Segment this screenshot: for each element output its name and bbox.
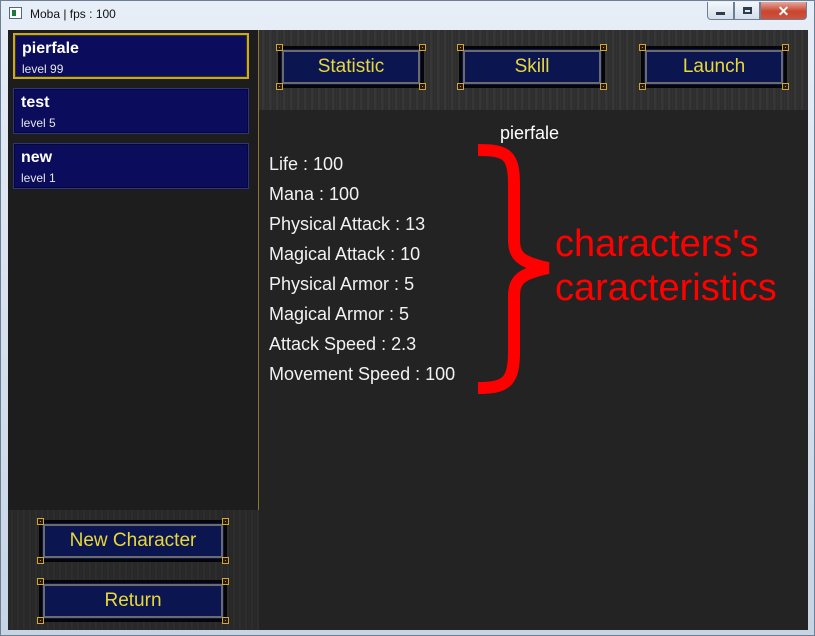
stat-value: 5: [404, 274, 415, 294]
character-name: test: [21, 94, 50, 111]
corner-ornament: [457, 83, 464, 90]
character-list: pierfale level 99 test level 5 new level…: [8, 30, 259, 510]
corner-ornament: [222, 617, 229, 624]
corner-ornament: [276, 83, 283, 90]
app-icon: [9, 7, 22, 19]
stat-life: Life : 100: [269, 154, 344, 174]
stat-mana: Mana : 100: [269, 184, 360, 204]
close-button[interactable]: ✕: [760, 2, 807, 20]
tab-statistic[interactable]: Statistic: [276, 44, 426, 90]
stat-value: 2.3: [391, 334, 417, 354]
stat-magical-attack: Magical Attack : 10: [269, 244, 421, 264]
character-level: level 5: [21, 116, 56, 130]
stat-value: 5: [399, 304, 410, 324]
return-button[interactable]: Return: [37, 578, 229, 624]
tab-bar: Statistic Skill Launch: [259, 30, 808, 110]
stat-label: Magical Attack: [269, 244, 386, 264]
corner-ornament: [276, 44, 283, 51]
corner-ornament: [639, 83, 646, 90]
title-bar[interactable]: Moba | fps : 100 ✕: [1, 1, 815, 27]
stat-label: Physical Attack: [269, 214, 391, 234]
corner-ornament: [37, 578, 44, 585]
new-character-button[interactable]: New Character: [37, 518, 229, 564]
statistics-panel: pierfale Life : 100 Mana : 100 Physical …: [259, 110, 808, 630]
corner-ornament: [639, 44, 646, 51]
stat-value: 100: [329, 184, 360, 204]
close-icon: ✕: [777, 2, 790, 19]
corner-ornament: [419, 83, 426, 90]
stat-value: 100: [313, 154, 344, 174]
stat-label: Physical Armor: [269, 274, 390, 294]
character-card-test[interactable]: test level 5: [13, 88, 249, 134]
character-level: level 99: [22, 62, 64, 76]
corner-ornament: [37, 557, 44, 564]
tab-skill[interactable]: Skill: [457, 44, 607, 90]
stat-value: 13: [405, 214, 426, 234]
corner-ornament: [457, 44, 464, 51]
window-title: Moba | fps : 100: [30, 7, 116, 21]
character-card-new[interactable]: new level 1: [13, 143, 249, 189]
stat-value: 10: [400, 244, 421, 264]
annotation-line-2: caracteristics: [555, 267, 777, 309]
stat-attack-speed: Attack Speed : 2.3: [269, 334, 417, 354]
character-name: pierfale: [22, 40, 79, 57]
action-panel: New Character Return: [8, 510, 259, 630]
game-viewport: pierfale level 99 test level 5 new level…: [8, 30, 808, 630]
corner-ornament: [222, 578, 229, 585]
corner-ornament: [37, 617, 44, 624]
tab-launch-label: Launch: [682, 56, 746, 77]
character-name: new: [21, 149, 53, 166]
corner-ornament: [419, 44, 426, 51]
stat-label: Mana: [269, 184, 315, 204]
annotation-text: characters's caracteristics: [555, 222, 808, 310]
stat-label: Movement Speed: [269, 364, 411, 384]
corner-ornament: [222, 518, 229, 525]
tab-launch[interactable]: Launch: [639, 44, 789, 90]
stat-label: Life: [269, 154, 299, 174]
corner-ornament: [782, 83, 789, 90]
corner-ornament: [600, 44, 607, 51]
new-character-label: New Character: [69, 530, 197, 551]
stat-movement-speed: Movement Speed : 100: [269, 364, 456, 384]
stat-physical-attack: Physical Attack : 13: [269, 214, 426, 234]
maximize-icon: [742, 7, 752, 14]
corner-ornament: [782, 44, 789, 51]
character-card-pierfale[interactable]: pierfale level 99: [13, 33, 249, 79]
tab-skill-label: Skill: [514, 56, 550, 77]
annotation-line-1: characters's: [555, 223, 759, 265]
selected-character-name: pierfale: [500, 123, 560, 143]
curly-brace-annotation: [477, 144, 550, 394]
tab-statistic-label: Statistic: [317, 56, 385, 77]
stat-label: Magical Armor: [269, 304, 385, 324]
stat-physical-armor: Physical Armor : 5: [269, 274, 415, 294]
return-label: Return: [104, 590, 162, 611]
character-level: level 1: [21, 171, 56, 185]
stat-label: Attack Speed: [269, 334, 377, 354]
stat-magical-armor: Magical Armor : 5: [269, 304, 410, 324]
corner-ornament: [222, 557, 229, 564]
minimize-button[interactable]: [707, 2, 734, 20]
corner-ornament: [600, 83, 607, 90]
window-frame: Moba | fps : 100 ✕ pierfale level 99 tes…: [0, 0, 815, 636]
minimize-icon: [716, 12, 725, 15]
maximize-button[interactable]: [734, 2, 760, 20]
stat-value: 100: [425, 364, 456, 384]
corner-ornament: [37, 518, 44, 525]
